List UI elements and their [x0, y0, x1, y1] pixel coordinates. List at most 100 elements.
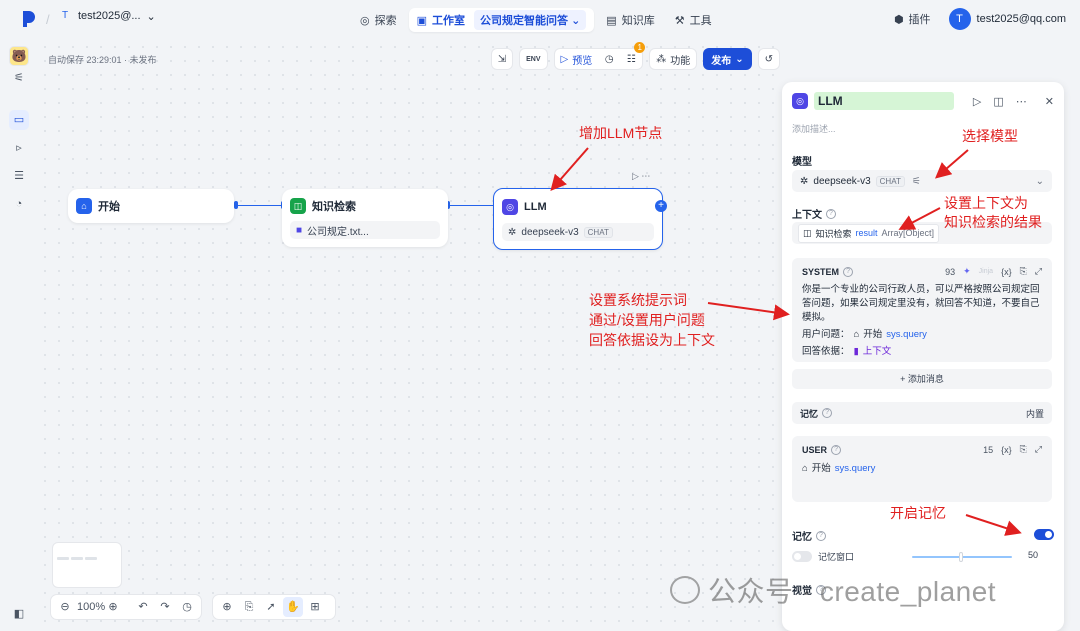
slider-knob[interactable] [959, 552, 963, 562]
node-title-input[interactable]: LLM [814, 92, 954, 110]
sparkle-icon[interactable]: ✦ [963, 266, 971, 277]
memory-toggle[interactable] [1034, 529, 1054, 540]
memory-builtin: 内置 [1025, 408, 1044, 419]
home-icon: ⌂ [76, 198, 92, 214]
minimap[interactable] [52, 542, 122, 588]
app-icon[interactable]: 🐻 [9, 46, 29, 66]
user-menu[interactable]: Ttest2025@qq.com [948, 8, 1066, 30]
monitor-icon[interactable]: ◔ [9, 194, 29, 214]
more-icon[interactable]: ⋯ [1016, 95, 1027, 108]
user-prompt-editor[interactable]: USER? 15 {x} ⎘ ⤢ ⌂ 开始 sys.query [792, 436, 1052, 502]
user-prompt-query: ⌂ 开始 sys.query [802, 463, 876, 474]
book-icon: ◫ [290, 198, 306, 214]
jinja-toggle[interactable]: Jinja [979, 268, 993, 275]
memory-window-toggle[interactable] [792, 551, 812, 562]
help-icon[interactable]: ? [843, 266, 854, 277]
left-rail: 🐻 ⚟ ▭ ▹ ☰ ◔ ◧ [0, 40, 38, 631]
redo-icon[interactable]: ↷ [155, 597, 175, 617]
terminal-icon[interactable]: ▹ [9, 138, 29, 158]
file-icon: ▮ [853, 346, 859, 357]
chevron-down-icon: ⌄ [146, 10, 156, 23]
zoom-in-icon[interactable]: ⊕ [103, 597, 123, 617]
collapse-sidebar-icon[interactable]: ◧ [9, 604, 29, 624]
memory-window-slider[interactable] [912, 552, 1012, 562]
variable-icon[interactable]: {x} [1001, 445, 1012, 455]
model-selector[interactable]: ✲ deepseek-v3 CHAT ⚟ ⌄ [792, 170, 1052, 192]
workspace-badge: T [61, 10, 69, 21]
help-icon[interactable]: ? [831, 444, 842, 455]
cube-icon: ⬢ [893, 13, 904, 26]
help-book-icon[interactable]: ◫ [993, 95, 1003, 108]
workspace-switcher[interactable]: T test2025@... ⌄ [58, 9, 156, 23]
system-prompt-editor[interactable]: SYSTEM? 93 ✦ Jinja {x} ⎘ ⤢ 你是一个专业的公司行政人员… [792, 258, 1052, 362]
run-group: ▷ 预览 ◷ ☷ 1 [553, 42, 646, 70]
help-icon[interactable]: ? [816, 530, 826, 541]
publish-button[interactable]: 发布 ⌄ [703, 48, 752, 70]
context-variable-chip[interactable]: ◫ 知识检索 result Array[Object] [798, 223, 940, 243]
annotation-context-2: 知识检索的结果 [944, 214, 1042, 230]
node-llm[interactable]: ◎ LLM ✲ deepseek-v3 CHAT [493, 188, 663, 250]
pointer-icon[interactable]: ➚ [261, 597, 281, 617]
undo-icon[interactable]: ↶ [133, 597, 153, 617]
token-count: 15 [983, 444, 994, 455]
run-node-icon[interactable]: ▷ [973, 95, 981, 108]
annotation-system-3: 回答依据设为上下文 [589, 332, 715, 348]
copy-icon[interactable]: ⎘ [1020, 266, 1027, 277]
top-bar: / T test2025@... ⌄ ◎ 探索 ▣ 工作室 公司规定智能问答 ⌄ ▤ 知… [0, 0, 1080, 40]
help-icon[interactable]: ? [826, 208, 836, 219]
current-app-selector[interactable]: 公司规定智能问答 ⌄ [474, 10, 587, 30]
annotation-system-1: 设置系统提示词 [589, 292, 687, 308]
hand-icon[interactable]: ✋ [283, 597, 303, 617]
add-description[interactable]: 添加描述... [792, 122, 836, 135]
edge-knowledge-llm [448, 205, 494, 206]
feature-icon: ⁂ [656, 53, 667, 65]
edge-start-knowledge [238, 205, 282, 206]
plugin-button[interactable]: ⬢ 插件 [894, 11, 931, 27]
variable-icon[interactable]: {x} [1001, 267, 1012, 277]
env-button[interactable]: ENV [519, 48, 548, 70]
dify-logo-icon[interactable] [22, 10, 36, 28]
tab-explore[interactable]: ◎ 探索 [352, 8, 405, 32]
book-icon: ◫ [803, 227, 812, 238]
minimap-node [71, 557, 83, 560]
orchestrate-icon[interactable]: ▭ [9, 110, 29, 130]
tab-tools[interactable]: ⚒ 工具 [667, 8, 720, 32]
context-section-label: 上下文? [792, 206, 836, 221]
zoom-level[interactable]: 100% [77, 597, 105, 617]
tab-studio[interactable]: ▣ 工作室 公司规定智能问答 ⌄ [408, 8, 595, 32]
version-history-button[interactable]: ↺ [757, 48, 780, 70]
home-icon: ⌂ [853, 329, 860, 340]
history-run-button[interactable]: ◷ [598, 48, 620, 70]
copy-icon[interactable]: ⎘ [1020, 444, 1027, 455]
add-message-button[interactable]: + 添加消息 [792, 369, 1052, 389]
start-out-handle[interactable] [234, 201, 238, 209]
preview-button[interactable]: ▷ 预览 [555, 48, 599, 70]
logs-icon[interactable]: ☰ [9, 166, 29, 186]
model-params-icon[interactable]: ⚟ [912, 176, 921, 187]
close-icon[interactable]: ✕ [1045, 95, 1054, 108]
expand-icon[interactable]: ⤢ [1035, 266, 1042, 277]
robot-icon: ▣ [416, 14, 428, 27]
explore-icon: ◎ [360, 14, 370, 27]
settings-sliders-icon[interactable]: ⚟ [9, 68, 29, 88]
node-actions[interactable]: ▷ ⋯ [632, 171, 650, 182]
node-start[interactable]: ⌂ 开始 [68, 189, 234, 223]
checklist-button[interactable]: ☷ 1 [620, 42, 646, 70]
node-knowledge-retrieval[interactable]: ◫ 知识检索 ■ 公司规定.txt... [282, 189, 448, 247]
tab-knowledge[interactable]: ▤ 知识库 [598, 8, 662, 32]
import-button[interactable]: ⇲ [490, 48, 514, 70]
add-next-node-icon[interactable]: + [655, 200, 667, 212]
add-node-icon[interactable]: ⊕ [217, 597, 237, 617]
feature-button[interactable]: ⁂ 功能 [649, 48, 698, 70]
workspace-name: test2025@... [78, 10, 141, 22]
note-icon[interactable]: ⎘ [239, 597, 259, 617]
organize-icon[interactable]: ⊞ [305, 597, 325, 617]
llm-config-panel: ◎ LLM ▷ ◫ ⋯ ✕ 添加描述... 模型 ✲ deepseek-v3 C… [782, 82, 1064, 631]
canvas-controls: ⊖ 100% ⊕ ↶ ↷ ◷ [50, 594, 202, 620]
zoom-out-icon[interactable]: ⊖ [55, 597, 75, 617]
model-section-label: 模型 [792, 157, 812, 168]
help-icon[interactable]: ? [822, 408, 833, 418]
system-prompt-text: 你是一个专业的公司行政人员，可以严格按照公司规定回答问题，如果公司规定里没有，就… [802, 284, 1040, 323]
expand-icon[interactable]: ⤢ [1035, 444, 1042, 455]
history-icon[interactable]: ◷ [177, 597, 197, 617]
